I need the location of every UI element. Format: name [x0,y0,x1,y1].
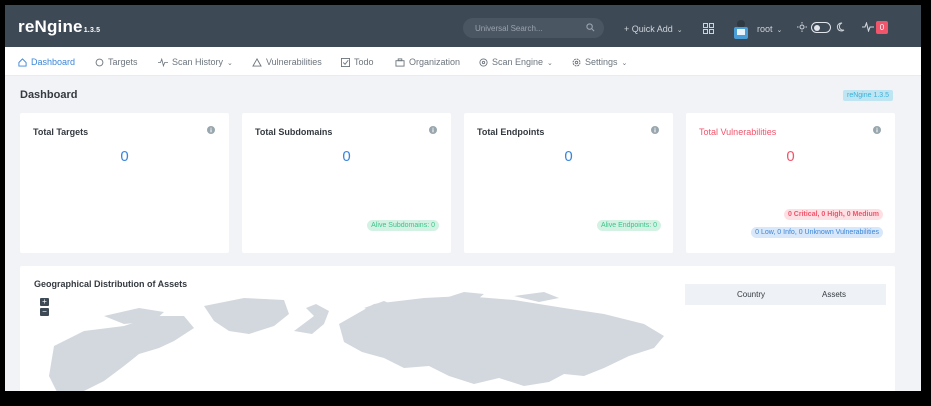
brand-version: 1.3.5 [83,27,101,34]
briefcase-icon [395,58,405,67]
total-subdomains-card[interactable]: Total Subdomains 0 Alive Subdomains: 0 [242,113,451,253]
card-title: Total Vulnerabilities [699,127,777,137]
search-icon [586,23,595,34]
gear-icon [572,58,581,67]
info-icon[interactable] [429,126,437,136]
avatar[interactable] [732,17,750,39]
home-icon [18,58,27,67]
nav-vulnerabilities[interactable]: Vulnerabilities [252,57,322,67]
disc-icon [479,58,488,67]
card-title: Total Targets [33,127,89,137]
geo-distribution-card: Geographical Distribution of Assets + − … [20,266,895,391]
alive-subdomains-badge: Alive Subdomains: 0 [367,220,439,231]
alive-endpoints-badge: Alive Endpoints: 0 [596,220,661,231]
total-endpoints-card[interactable]: Total Endpoints 0 Alive Endpoints: 0 [464,113,673,253]
nav-scan-history[interactable]: Scan History ⌄ [158,57,233,68]
chevron-down-icon: ⌄ [227,60,233,67]
zoom-in-button[interactable]: + [40,298,49,306]
alert-triangle-icon [252,57,262,67]
theme-toggle[interactable] [811,22,831,33]
search-placeholder: Universal Search... [475,24,543,33]
card-value: 0 [564,148,573,165]
moon-icon[interactable] [836,22,845,34]
column-header-assets[interactable]: Assets [822,290,846,299]
target-icon [95,58,104,67]
check-square-icon [341,58,350,67]
nav-todo[interactable]: Todo [341,57,374,67]
world-map[interactable] [44,286,664,391]
top-bar: reNgine1.3.5 Universal Search... + Quick… [5,5,921,47]
nav-scan-engine[interactable]: Scan Engine ⌄ [479,57,553,67]
critical-high-medium-badge: 0 Critical, 0 High, 0 Medium [783,209,883,220]
nav-settings[interactable]: Settings ⌄ [572,57,627,67]
brand-logo[interactable]: reNgine1.3.5 [18,17,100,37]
chevron-down-icon: ⌄ [776,27,783,34]
main-nav: Dashboard Targets Scan History ⌄ Vulnerab… [5,47,921,76]
universal-search-input[interactable]: Universal Search... [463,18,604,38]
notification-count-badge[interactable]: 0 [876,21,888,34]
low-info-unknown-badge: 0 Low, 0 Info, 0 Unknown Vulnerabilities [751,227,883,238]
chevron-down-icon: ⌄ [547,60,553,67]
version-badge: reNgine 1.3.5 [843,90,894,101]
card-value: 0 [786,148,795,165]
info-icon[interactable] [873,126,881,136]
info-icon[interactable] [207,126,215,136]
total-vulnerabilities-card[interactable]: Total Vulnerabilities 0 0 Critical, 0 Hi… [686,113,895,253]
total-targets-card[interactable]: Total Targets 0 [20,113,229,253]
page-title: Dashboard [20,89,78,101]
activity-icon [158,57,168,68]
card-value: 0 [120,148,129,165]
info-icon[interactable] [651,126,659,136]
user-menu[interactable]: root ⌄ [757,24,782,34]
card-title: Total Subdomains [255,127,333,137]
activity-icon[interactable] [862,21,874,34]
app-window: reNgine1.3.5 Universal Search... + Quick… [5,5,921,391]
chevron-down-icon: ⌄ [621,60,628,67]
zoom-out-button[interactable]: − [40,308,49,316]
chevron-down-icon: ⌄ [676,27,683,34]
quick-add-dropdown[interactable]: + Quick Add ⌄ [624,24,683,34]
column-header-country[interactable]: Country [737,290,765,299]
card-title: Total Endpoints [477,127,545,137]
sun-icon[interactable] [797,22,807,34]
nav-dashboard[interactable]: Dashboard [18,57,75,67]
card-value: 0 [342,148,351,165]
nav-targets[interactable]: Targets [95,57,138,67]
apps-grid-icon[interactable] [703,23,714,36]
nav-organization[interactable]: Organization [395,57,460,67]
assets-table-header: Country Assets [685,284,886,305]
